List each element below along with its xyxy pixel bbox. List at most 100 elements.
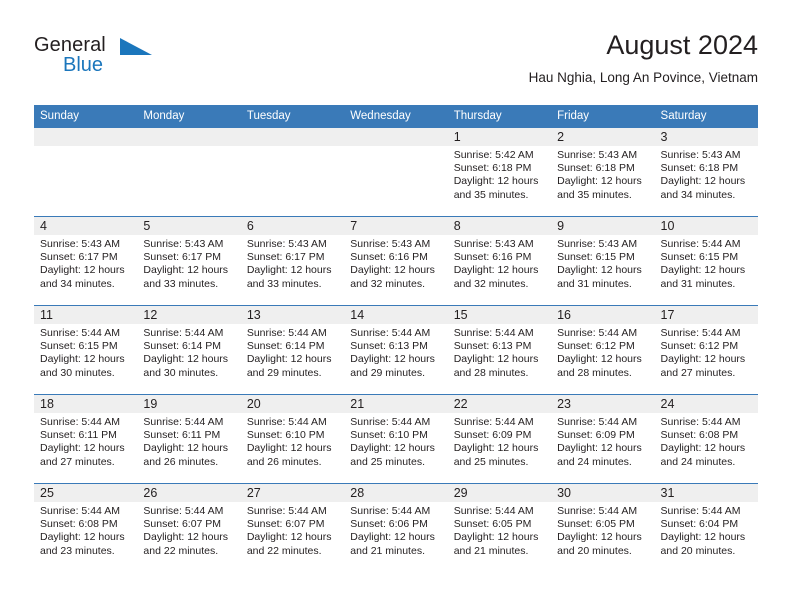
calendar-day-cell[interactable]: 31 Sunrise: 5:44 AM Sunset: 6:04 PM Dayligh…	[654, 483, 758, 572]
calendar-day-cell[interactable]: 7 Sunrise: 5:43 AM Sunset: 6:16 PM Daylight…	[344, 216, 448, 306]
day-cell-inner: 6 Sunrise: 5:43 AM Sunset: 6:17 PM Daylight…	[240, 217, 345, 305]
calendar-day-cell[interactable]: 29 Sunrise: 5:44 AM Sunset: 6:05 PM Dayligh…	[447, 483, 552, 572]
calendar-day-cell[interactable]: 27 Sunrise: 5:44 AM Sunset: 6:07 PM Dayligh…	[240, 483, 345, 572]
day-number: 10	[654, 217, 758, 235]
daylight-duration-line1: Daylight: 12 hours	[246, 531, 332, 544]
calendar-day-cell[interactable]: 11 Sunrise: 5:44 AM Sunset: 6:15 PM Dayligh…	[34, 305, 138, 395]
calendar-day-cell[interactable]: 17 Sunrise: 5:44 AM Sunset: 6:12 PM Dayligh…	[654, 305, 758, 395]
calendar-day-cell[interactable]: 16 Sunrise: 5:44 AM Sunset: 6:12 PM Dayligh…	[551, 305, 655, 395]
daylight-duration-line1: Daylight: 12 hours	[143, 442, 229, 455]
calendar-day-cell[interactable]: 28 Sunrise: 5:44 AM Sunset: 6:06 PM Dayligh…	[344, 483, 448, 572]
day-details: Sunrise: 5:44 AM Sunset: 6:12 PM Daylight:…	[551, 324, 654, 380]
day-number: 23	[551, 395, 655, 413]
calendar-day-cell[interactable]: 9 Sunrise: 5:43 AM Sunset: 6:15 PM Daylight…	[551, 216, 655, 306]
calendar-day-cell[interactable]: 1 Sunrise: 5:42 AM Sunset: 6:18 PM Daylight…	[447, 128, 552, 217]
day-details: Sunrise: 5:43 AM Sunset: 6:15 PM Daylight:…	[551, 235, 654, 291]
calendar-day-cell[interactable]: 25 Sunrise: 5:44 AM Sunset: 6:08 PM Dayligh…	[34, 483, 138, 572]
daylight-duration-line2: and 29 minutes.	[350, 366, 425, 379]
calendar-day-cell[interactable]: 5 Sunrise: 5:43 AM Sunset: 6:17 PM Daylight…	[137, 216, 241, 306]
calendar-day-cell[interactable]: 8 Sunrise: 5:43 AM Sunset: 6:16 PM Daylight…	[447, 216, 552, 306]
sunrise-time: Sunrise: 5:44 AM	[660, 238, 741, 250]
daylight-duration-line1: Daylight: 12 hours	[660, 175, 746, 188]
day-number: 28	[344, 484, 448, 502]
calendar-day-cell-empty	[344, 128, 448, 217]
calendar-day-cell[interactable]: 18 Sunrise: 5:44 AM Sunset: 6:11 PM Dayligh…	[34, 394, 138, 484]
daylight-duration-line1: Daylight: 12 hours	[660, 264, 746, 277]
sunrise-time: Sunrise: 5:44 AM	[143, 327, 224, 339]
day-number: 15	[447, 306, 552, 324]
daylight-duration-line2: and 34 minutes.	[40, 277, 115, 290]
day-number	[344, 128, 448, 146]
daylight-duration-line2: and 31 minutes.	[660, 277, 736, 290]
brand-name-top: General	[34, 34, 106, 56]
calendar-day-cell[interactable]: 20 Sunrise: 5:44 AM Sunset: 6:10 PM Dayligh…	[240, 394, 345, 484]
sunset-time: Sunset: 6:09 PM	[453, 429, 532, 442]
calendar-day-cell[interactable]: 2 Sunrise: 5:43 AM Sunset: 6:18 PM Daylight…	[551, 128, 655, 217]
calendar-day-cell[interactable]: 14 Sunrise: 5:44 AM Sunset: 6:13 PM Dayligh…	[344, 305, 448, 395]
day-number: 1	[447, 128, 552, 146]
day-cell-inner: 12 Sunrise: 5:44 AM Sunset: 6:14 PM Dayligh…	[137, 306, 241, 394]
day-details: Sunrise: 5:43 AM Sunset: 6:18 PM Daylight:…	[551, 146, 654, 202]
calendar-day-cell[interactable]: 15 Sunrise: 5:44 AM Sunset: 6:13 PM Dayligh…	[447, 305, 552, 395]
day-details	[34, 146, 137, 149]
day-number: 12	[137, 306, 241, 324]
day-number	[137, 128, 241, 146]
daylight-duration-line2: and 33 minutes.	[246, 277, 322, 290]
sunrise-time: Sunrise: 5:44 AM	[660, 327, 741, 339]
sunset-time: Sunset: 6:16 PM	[350, 251, 428, 264]
daylight-duration-line2: and 23 minutes.	[40, 544, 115, 557]
day-cell-inner: 14 Sunrise: 5:44 AM Sunset: 6:13 PM Dayligh…	[344, 306, 448, 394]
sunset-time: Sunset: 6:16 PM	[453, 251, 532, 264]
day-number: 11	[34, 306, 138, 324]
day-details: Sunrise: 5:44 AM Sunset: 6:13 PM Daylight:…	[448, 324, 551, 380]
weekday-header-monday: Monday	[137, 105, 241, 128]
daylight-duration-line2: and 35 minutes.	[453, 188, 529, 201]
calendar-day-cell[interactable]: 21 Sunrise: 5:44 AM Sunset: 6:10 PM Dayligh…	[344, 394, 448, 484]
calendar-day-cell[interactable]: 22 Sunrise: 5:44 AM Sunset: 6:09 PM Dayligh…	[447, 394, 552, 484]
day-number	[240, 128, 345, 146]
calendar-day-cell[interactable]: 3 Sunrise: 5:43 AM Sunset: 6:18 PM Daylight…	[654, 128, 758, 217]
daylight-duration-line1: Daylight: 12 hours	[453, 442, 539, 455]
sunset-time: Sunset: 6:17 PM	[246, 251, 325, 264]
calendar-day-cell[interactable]: 13 Sunrise: 5:44 AM Sunset: 6:14 PM Dayligh…	[240, 305, 345, 395]
day-cell-inner: 24 Sunrise: 5:44 AM Sunset: 6:08 PM Dayligh…	[654, 395, 758, 483]
day-details: Sunrise: 5:44 AM Sunset: 6:15 PM Daylight:…	[655, 235, 758, 291]
calendar-day-cell[interactable]: 4 Sunrise: 5:43 AM Sunset: 6:17 PM Daylight…	[34, 216, 138, 306]
daylight-duration-line1: Daylight: 12 hours	[246, 264, 332, 277]
calendar-day-cell[interactable]: 10 Sunrise: 5:44 AM Sunset: 6:15 PM Dayligh…	[654, 216, 758, 306]
day-number: 31	[654, 484, 758, 502]
calendar-day-cell[interactable]: 23 Sunrise: 5:44 AM Sunset: 6:09 PM Dayligh…	[551, 394, 655, 484]
brand-logo[interactable]: General Blue	[34, 34, 164, 90]
daylight-duration-line1: Daylight: 12 hours	[350, 353, 435, 366]
brand-triangle-icon	[120, 38, 152, 55]
sunrise-time: Sunrise: 5:44 AM	[557, 416, 638, 428]
daylight-duration-line1: Daylight: 12 hours	[40, 442, 125, 455]
daylight-duration-line1: Daylight: 12 hours	[143, 353, 229, 366]
calendar-day-cell[interactable]: 30 Sunrise: 5:44 AM Sunset: 6:05 PM Dayligh…	[551, 483, 655, 572]
day-cell-inner: 25 Sunrise: 5:44 AM Sunset: 6:08 PM Dayligh…	[34, 484, 138, 572]
sunset-time: Sunset: 6:04 PM	[660, 518, 739, 531]
sunset-time: Sunset: 6:07 PM	[143, 518, 222, 531]
calendar-week-row: 1 Sunrise: 5:42 AM Sunset: 6:18 PM Daylight…	[34, 128, 758, 217]
day-details: Sunrise: 5:44 AM Sunset: 6:07 PM Daylight:…	[241, 502, 344, 558]
calendar-day-cell[interactable]: 6 Sunrise: 5:43 AM Sunset: 6:17 PM Daylight…	[240, 216, 345, 306]
daylight-duration-line2: and 25 minutes.	[350, 455, 425, 468]
calendar-day-cell[interactable]: 19 Sunrise: 5:44 AM Sunset: 6:11 PM Dayligh…	[137, 394, 241, 484]
day-cell-inner: 15 Sunrise: 5:44 AM Sunset: 6:13 PM Dayligh…	[447, 306, 552, 394]
day-number: 21	[344, 395, 448, 413]
calendar-day-cell[interactable]: 26 Sunrise: 5:44 AM Sunset: 6:07 PM Dayligh…	[137, 483, 241, 572]
page-header: General Blue August 2024 Hau Nghia, Long…	[34, 28, 758, 96]
daylight-duration-line1: Daylight: 12 hours	[143, 531, 229, 544]
daylight-duration-line1: Daylight: 12 hours	[246, 442, 332, 455]
sunrise-time: Sunrise: 5:44 AM	[40, 327, 120, 339]
sunset-time: Sunset: 6:10 PM	[246, 429, 325, 442]
sunrise-time: Sunrise: 5:44 AM	[350, 416, 431, 428]
daylight-duration-line1: Daylight: 12 hours	[453, 353, 539, 366]
daylight-duration-line1: Daylight: 12 hours	[660, 353, 746, 366]
weekday-header-thursday: Thursday	[447, 105, 552, 128]
calendar-day-cell[interactable]: 24 Sunrise: 5:44 AM Sunset: 6:08 PM Dayligh…	[654, 394, 758, 484]
sunrise-time: Sunrise: 5:43 AM	[143, 238, 224, 250]
sunrise-time: Sunrise: 5:44 AM	[40, 416, 120, 428]
calendar-day-cell[interactable]: 12 Sunrise: 5:44 AM Sunset: 6:14 PM Dayligh…	[137, 305, 241, 395]
day-number: 13	[240, 306, 345, 324]
